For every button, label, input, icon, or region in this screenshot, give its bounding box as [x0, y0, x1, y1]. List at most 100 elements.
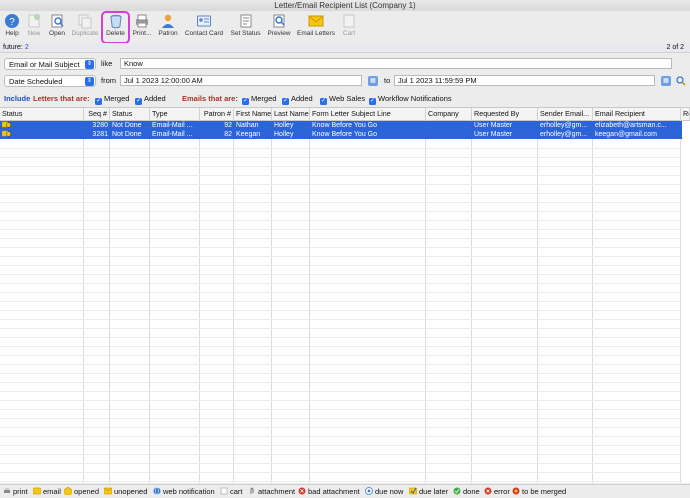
requested-by-cell: User Master	[474, 131, 513, 138]
open-icon	[51, 14, 64, 28]
checkmark-icon: ✓	[282, 98, 289, 105]
emails-workflow-checkbox[interactable]: ✓ Workflow Notifications	[369, 92, 452, 105]
status-cell: Not Done	[112, 131, 142, 138]
to-be-merged-icon	[512, 487, 520, 495]
column-header[interactable]: Type	[150, 108, 200, 120]
seq-cell: 3280	[92, 122, 108, 129]
checkmark-icon: ✓	[135, 98, 142, 105]
criteria-field-select[interactable]: Date Scheduled ⇕	[4, 75, 96, 87]
column-header[interactable]: Company	[426, 108, 472, 120]
criteria-row-subject: Email or Mail Subject ⇕ like Know	[0, 56, 690, 72]
criteria-value-input[interactable]: Know	[120, 58, 672, 69]
legend-item: print	[3, 485, 28, 498]
help-button[interactable]: ? Help	[3, 13, 21, 42]
column-header[interactable]: Sender Email...	[538, 108, 593, 120]
column-header[interactable]: Status	[110, 108, 150, 120]
legend-item: due now	[365, 485, 403, 498]
future-label: future:	[3, 44, 23, 51]
print-icon	[4, 488, 10, 493]
last-name-cell: Holley	[274, 122, 294, 129]
opened-envelope-icon	[64, 487, 72, 495]
open-button[interactable]: Open	[46, 13, 68, 42]
legend-item: attachment	[248, 485, 295, 498]
calendar-icon[interactable]: ▦	[661, 76, 671, 86]
column-header[interactable]: Email Recipient	[593, 108, 681, 120]
set-status-button[interactable]: Set Status	[229, 13, 262, 42]
calendar-icon[interactable]: ▦	[368, 76, 378, 86]
chevron-updown-icon: ⇕	[85, 77, 94, 86]
date-to-input[interactable]: Jul 1 2023 11:59:59 PM	[394, 75, 655, 86]
first-name-cell: Keegan	[236, 131, 261, 138]
preview-button[interactable]: Preview	[266, 13, 292, 42]
delete-button[interactable]: Delete	[101, 11, 130, 44]
seq-cell: 3281	[92, 131, 108, 138]
column-header[interactable]: Status	[0, 108, 84, 120]
checkmark-icon: ✓	[242, 98, 249, 105]
status-legend: print email opened unopened web notifica…	[0, 484, 690, 498]
table-row[interactable]: 3281 Not Done Email-Mail ... 82 Keegan H…	[0, 130, 682, 139]
recipient-email-cell: keegan@gmail.com	[595, 131, 657, 138]
error-icon	[484, 487, 492, 495]
column-header[interactable]: Requested By	[472, 108, 538, 120]
duplicate-button[interactable]: Duplicate	[70, 13, 100, 42]
include-filters: Include Letters that are: ✓ Merged ✓ Added…	[0, 92, 690, 105]
future-count[interactable]: 2	[25, 44, 29, 51]
search-icon[interactable]	[676, 76, 686, 86]
sender-email-cell: erholley@gm...	[540, 122, 588, 129]
column-header[interactable]: First Name	[234, 108, 272, 120]
emails-websales-checkbox[interactable]: ✓ Web Sales	[320, 92, 365, 105]
duplicate-icon	[78, 14, 92, 29]
date-from-input[interactable]: Jul 1 2023 12:00:00 AM	[120, 75, 362, 86]
email-status-icon	[2, 121, 11, 128]
bad-attachment-icon	[298, 487, 306, 495]
subject-cell: Know Before You Go	[312, 122, 377, 129]
set-status-icon	[240, 14, 251, 28]
first-name-cell: Nathan	[236, 122, 259, 129]
patron-button[interactable]: Patron	[157, 13, 179, 42]
preview-icon	[273, 14, 285, 28]
due-now-icon	[365, 487, 373, 495]
column-header[interactable]: Re	[681, 108, 690, 120]
page-indicator: 2 of 2	[666, 44, 684, 51]
print-button[interactable]: Print...	[131, 13, 153, 42]
recipient-email-cell: elizabeth@artsman.c...	[595, 122, 667, 129]
cart-button[interactable]: Cart	[340, 13, 358, 42]
paperclip-icon	[250, 487, 254, 494]
column-header[interactable]: Form Letter Subject Line	[310, 108, 426, 120]
include-label: Include	[4, 94, 31, 103]
new-button[interactable]: New	[25, 13, 43, 42]
last-name-cell: Holley	[274, 131, 294, 138]
emails-label: Emails that are:	[182, 94, 238, 103]
envelope-icon	[308, 15, 324, 27]
column-header[interactable]: Seq #	[84, 108, 110, 120]
letters-added-checkbox[interactable]: ✓ Added	[135, 92, 166, 105]
column-header[interactable]: Last Name	[272, 108, 310, 120]
criteria-row-date: Date Scheduled ⇕ from Jul 1 2023 12:00:0…	[0, 73, 690, 89]
column-header[interactable]: Patron #	[200, 108, 234, 120]
type-cell: Email-Mail ...	[152, 122, 193, 129]
emails-added-checkbox[interactable]: ✓ Added	[282, 92, 313, 105]
email-letters-button[interactable]: Email Letters	[296, 13, 336, 42]
empty-row	[0, 472, 682, 482]
legend-item: to be merged	[512, 485, 566, 498]
legend-item: opened	[64, 485, 99, 498]
legend-item: bad attachment	[298, 485, 360, 498]
table-row[interactable]: 3280 Not Done Email-Mail ... 92 Nathan H…	[0, 121, 682, 130]
chevron-updown-icon: ⇕	[85, 60, 94, 69]
contact-card-icon	[197, 15, 211, 27]
contact-card-button[interactable]: Contact Card	[183, 13, 225, 42]
status-cell: Not Done	[112, 122, 142, 129]
new-icon	[28, 14, 40, 28]
criteria-operator: like	[101, 59, 113, 68]
checkmark-icon: ✓	[95, 98, 102, 105]
help-icon: ?	[5, 14, 19, 28]
criteria-field-select[interactable]: Email or Mail Subject ⇕	[4, 58, 96, 70]
emails-merged-checkbox[interactable]: ✓ Merged	[242, 92, 276, 105]
web-notification-icon	[153, 487, 161, 495]
patron-icon	[162, 14, 174, 28]
patron-cell: 82	[224, 131, 232, 138]
future-bar: future: 2 2 of 2	[0, 43, 690, 53]
checkmark-icon: ✓	[320, 98, 327, 105]
letters-merged-checkbox[interactable]: ✓ Merged	[95, 92, 129, 105]
criteria-operator-to: to	[384, 76, 391, 85]
